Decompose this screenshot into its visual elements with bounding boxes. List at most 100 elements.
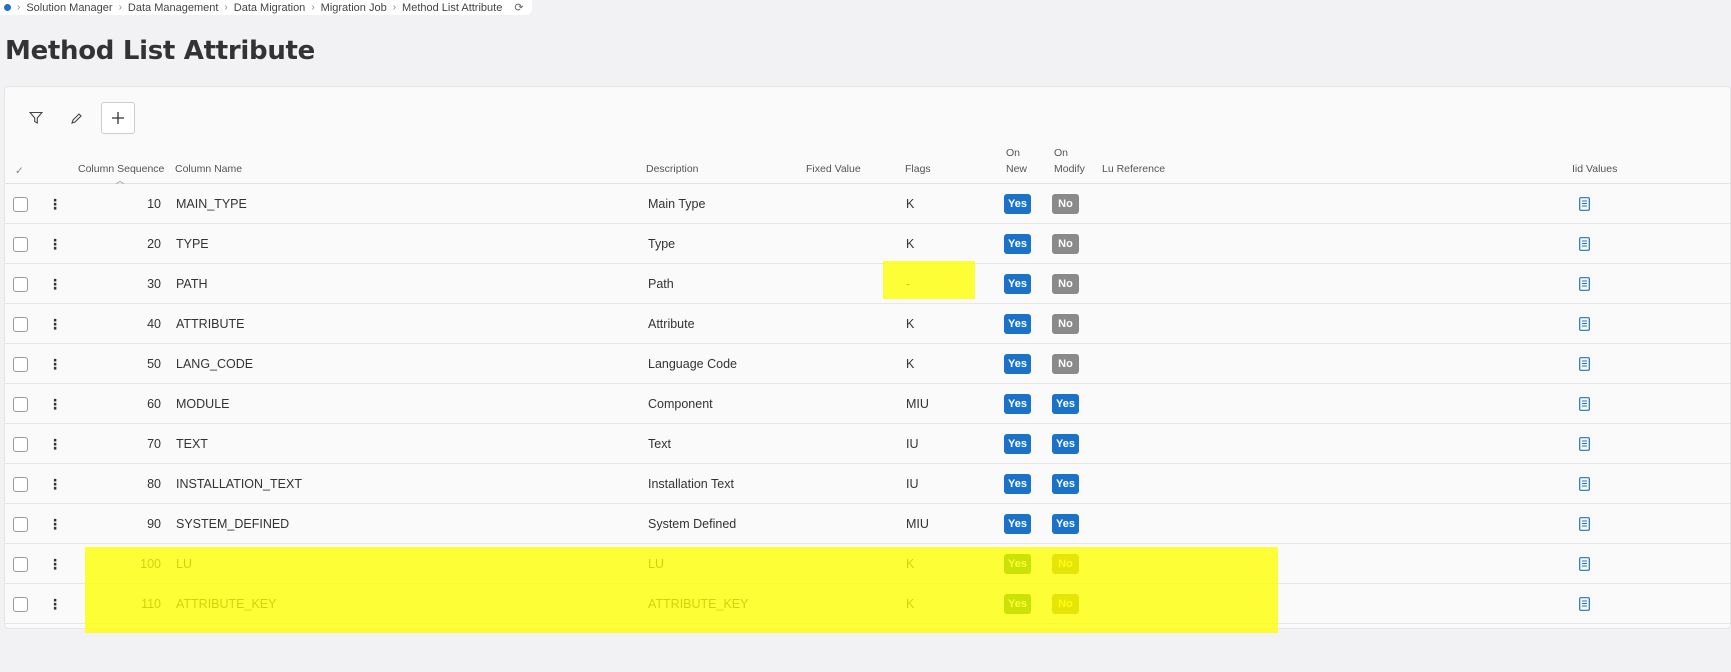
select-all-checkbox[interactable]: ✓: [15, 164, 24, 178]
breadcrumb-item-current: Method List Attribute: [402, 1, 503, 14]
row-checkbox[interactable]: [13, 556, 28, 572]
header-flags[interactable]: Flags: [905, 162, 931, 176]
cell-column-sequence: 60: [147, 397, 161, 411]
table-row[interactable]: ⋮ 90 SYSTEM_DEFINED System Defined MIU Y…: [5, 504, 1730, 544]
table-row[interactable]: ⋮ 50 LANG_CODE Language Code K Yes No: [5, 344, 1730, 384]
filter-icon[interactable]: [21, 103, 51, 133]
table-row[interactable]: ⋮ 40 ATTRIBUTE Attribute K Yes No: [5, 304, 1730, 344]
cell-description: Attribute: [648, 317, 695, 331]
header-on-new-line1[interactable]: On: [1006, 146, 1020, 160]
home-icon[interactable]: [4, 4, 11, 11]
breadcrumb-item-migration-job[interactable]: Migration Job: [321, 2, 387, 14]
document-list-icon[interactable]: [1579, 317, 1590, 331]
document-list-icon[interactable]: [1579, 397, 1590, 411]
on-modify-badge: Yes: [1052, 394, 1079, 414]
row-checkbox[interactable]: [13, 316, 28, 332]
refresh-icon[interactable]: ⟳: [514, 1, 523, 14]
chevron-right-icon: ›: [17, 2, 21, 13]
document-list-icon[interactable]: [1579, 277, 1590, 291]
pencil-icon[interactable]: [61, 103, 91, 133]
header-column-name[interactable]: Column Name: [175, 162, 242, 176]
more-options-icon[interactable]: ⋮: [48, 516, 62, 533]
cell-column-sequence: 80: [147, 477, 161, 491]
cell-flags: IU: [906, 437, 919, 451]
header-iid-values[interactable]: Iid Values: [1572, 162, 1617, 176]
cell-column-sequence: 90: [147, 517, 161, 531]
header-description[interactable]: Description: [646, 162, 699, 176]
cell-flags: K: [906, 197, 915, 211]
table-row[interactable]: ⋮ 100 LU LU K Yes No: [5, 544, 1730, 584]
cell-description: System Defined: [648, 517, 737, 531]
breadcrumb-item-solution-manager[interactable]: Solution Manager: [26, 2, 112, 14]
cell-flags: K: [906, 557, 915, 571]
cell-column-sequence: 30: [147, 277, 161, 291]
row-checkbox[interactable]: [13, 596, 28, 612]
cell-column-sequence: 10: [147, 197, 161, 211]
cell-description: LU: [648, 557, 664, 571]
cell-column-sequence: 110: [141, 597, 161, 611]
more-options-icon[interactable]: ⋮: [48, 596, 62, 613]
header-fixed-value[interactable]: Fixed Value: [806, 162, 861, 176]
cell-column-sequence: 40: [147, 317, 161, 331]
on-new-badge: Yes: [1004, 194, 1031, 214]
cell-column-name: TEXT: [176, 437, 208, 451]
table-row[interactable]: ⋮ 60 MODULE Component MIU Yes Yes: [5, 384, 1730, 424]
row-checkbox[interactable]: [13, 196, 28, 212]
row-checkbox[interactable]: [13, 356, 28, 372]
cell-description: Type: [648, 237, 676, 251]
table-row[interactable]: ⋮ 80 INSTALLATION_TEXT Installation Text…: [5, 464, 1730, 504]
more-options-icon[interactable]: ⋮: [48, 396, 62, 413]
document-list-icon[interactable]: [1579, 237, 1590, 251]
cell-description: ATTRIBUTE_KEY: [648, 597, 749, 611]
table-row[interactable]: ⋮ 10 MAIN_TYPE Main Type K Yes No: [5, 184, 1730, 224]
row-checkbox[interactable]: [13, 436, 28, 452]
row-checkbox[interactable]: [13, 236, 28, 252]
cell-description: Component: [648, 397, 713, 411]
on-new-badge: Yes: [1004, 434, 1031, 454]
more-options-icon[interactable]: ⋮: [48, 436, 62, 453]
on-new-badge: Yes: [1004, 354, 1031, 374]
header-column-sequence[interactable]: Column Sequence: [78, 162, 164, 176]
more-options-icon[interactable]: ⋮: [48, 276, 62, 293]
table-row[interactable]: ⋮ 30 PATH Path - Yes No: [5, 264, 1730, 304]
breadcrumb-item-data-management[interactable]: Data Management: [128, 2, 219, 14]
row-checkbox[interactable]: [13, 396, 28, 412]
breadcrumb-item-data-migration[interactable]: Data Migration: [234, 2, 306, 14]
more-options-icon[interactable]: ⋮: [48, 556, 62, 573]
cell-column-name: PATH: [176, 277, 208, 291]
on-new-badge: Yes: [1004, 234, 1031, 254]
document-list-icon[interactable]: [1579, 357, 1590, 371]
header-on-modify-line2[interactable]: Modify: [1054, 162, 1085, 176]
cell-column-name: LU: [176, 557, 192, 571]
header-on-modify-line1[interactable]: On: [1054, 146, 1068, 160]
on-modify-badge: Yes: [1052, 514, 1079, 534]
document-list-icon[interactable]: [1579, 197, 1590, 211]
document-list-icon[interactable]: [1579, 597, 1590, 611]
on-new-badge: Yes: [1004, 514, 1031, 534]
header-on-new-line2[interactable]: New: [1006, 162, 1027, 176]
on-modify-badge: Yes: [1052, 434, 1079, 454]
more-options-icon[interactable]: ⋮: [48, 236, 62, 253]
header-lu-reference[interactable]: Lu Reference: [1102, 162, 1165, 176]
row-checkbox[interactable]: [13, 276, 28, 292]
document-list-icon[interactable]: [1579, 477, 1590, 491]
on-modify-badge: No: [1052, 234, 1079, 254]
on-new-badge: Yes: [1004, 554, 1031, 574]
more-options-icon[interactable]: ⋮: [48, 316, 62, 333]
more-options-icon[interactable]: ⋮: [48, 196, 62, 213]
row-checkbox[interactable]: [13, 516, 28, 532]
cell-flags: IU: [906, 477, 919, 491]
table-row[interactable]: ⋮ 110 ATTRIBUTE_KEY ATTRIBUTE_KEY K Yes …: [5, 584, 1730, 624]
table-row[interactable]: ⋮ 70 TEXT Text IU Yes Yes: [5, 424, 1730, 464]
document-list-icon[interactable]: [1579, 437, 1590, 451]
on-modify-badge: No: [1052, 314, 1079, 334]
row-checkbox[interactable]: [13, 476, 28, 492]
more-options-icon[interactable]: ⋮: [48, 476, 62, 493]
cell-column-name: LANG_CODE: [176, 357, 254, 371]
table-row[interactable]: ⋮ 20 TYPE Type K Yes No: [5, 224, 1730, 264]
cell-column-name: ATTRIBUTE_KEY: [176, 597, 277, 611]
document-list-icon[interactable]: [1579, 557, 1590, 571]
plus-icon[interactable]: [101, 102, 135, 134]
document-list-icon[interactable]: [1579, 517, 1590, 531]
more-options-icon[interactable]: ⋮: [48, 356, 62, 373]
